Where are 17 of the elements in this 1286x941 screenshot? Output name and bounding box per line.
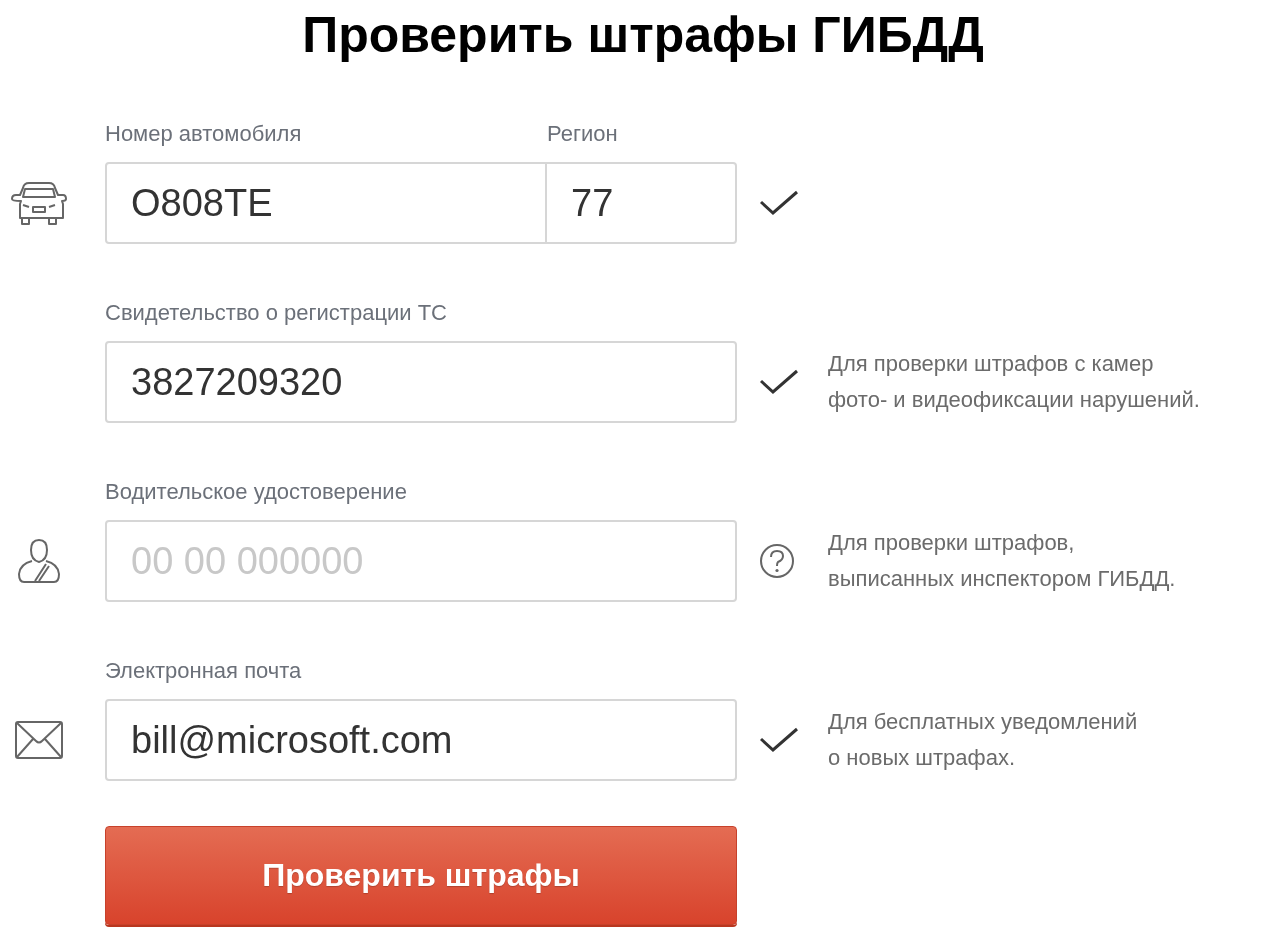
field-label: Водительское удостоверение bbox=[105, 478, 408, 506]
car-icon bbox=[8, 180, 69, 226]
input-field[interactable]: О808ТЕ bbox=[105, 162, 547, 244]
field-label: Свидетельство о регистрации ТС bbox=[105, 299, 448, 327]
input-field[interactable]: 3827209320 bbox=[105, 341, 737, 423]
field-label: Электронная почта bbox=[105, 657, 303, 685]
submit-button[interactable]: Проверить штрафы bbox=[105, 826, 737, 925]
person-icon bbox=[15, 538, 62, 584]
input-field[interactable]: bill@microsoft.com bbox=[105, 699, 737, 781]
input-field[interactable]: 77 bbox=[547, 162, 737, 244]
envelope-icon bbox=[13, 720, 64, 760]
field-label: Регион bbox=[547, 120, 619, 148]
hint-text: Для проверки штрафов с камер фото- и видеофиксации нарушений. bbox=[828, 350, 1201, 414]
page-title: Проверить штрафы ГИБДД bbox=[301, 6, 985, 65]
hint-text: Для бесплатных уведомлений о новых штрафах. bbox=[828, 708, 1139, 772]
field-label: Номер автомобиля bbox=[105, 120, 303, 148]
hint-text: Для проверки штрафов, выписанных инспектором ГИБДД. bbox=[828, 529, 1177, 593]
